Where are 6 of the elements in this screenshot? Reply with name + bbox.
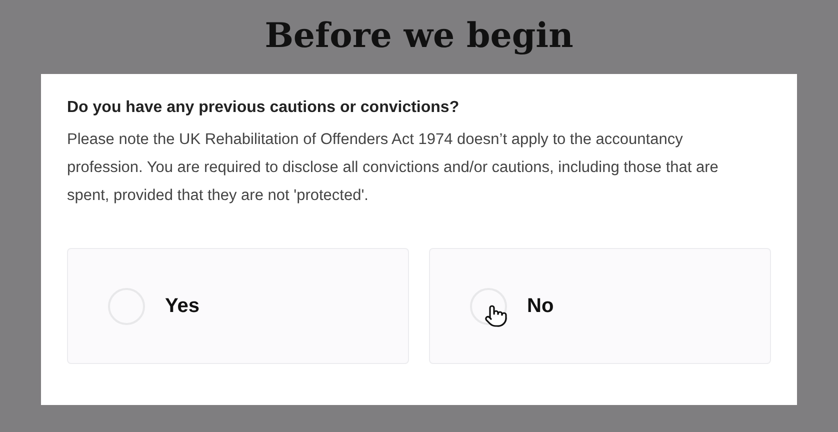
question-note: Please note the UK Rehabilitation of Offenders Act 1974 doesn’t apply to the accountancy profession. You are required to disclose all convictions and/or cautions, including those that are spent, provided that they are not 'protected'. bbox=[67, 130, 720, 206]
radio-option[interactable]: No bbox=[429, 248, 771, 364]
page-title: Before we begin bbox=[264, 15, 574, 58]
hand-cursor-icon bbox=[484, 303, 508, 329]
radio-option[interactable]: Yes bbox=[67, 248, 409, 364]
question-label: Do you have any previous cautions or convictions? bbox=[67, 98, 460, 118]
